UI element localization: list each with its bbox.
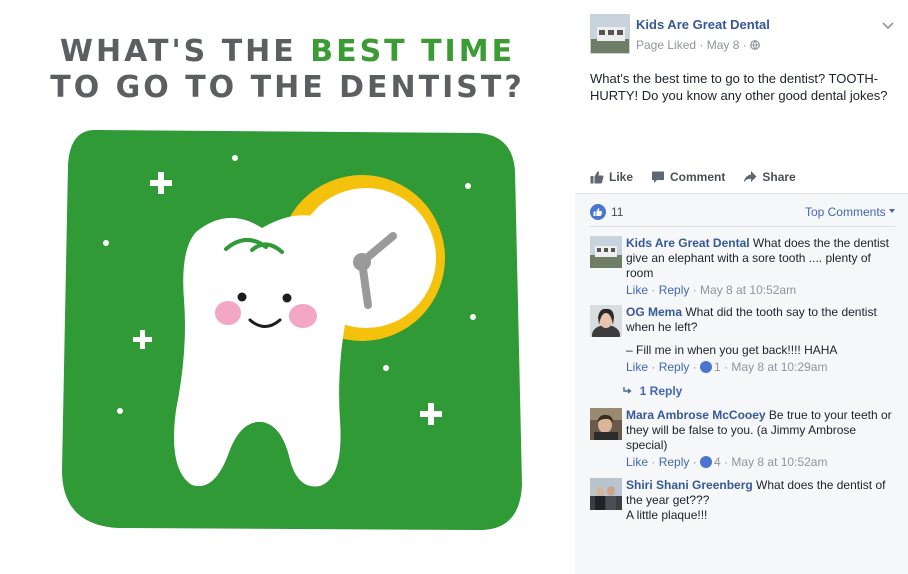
comment-label: Comment (670, 170, 726, 184)
share-button[interactable]: Share (743, 170, 796, 184)
post-actions: Like Comment Share (590, 166, 895, 188)
comment-reply-link[interactable]: Reply (659, 283, 690, 297)
comment-meta: Like · Reply · 1 · May 8 at 10:29am (626, 360, 828, 374)
reactions-row: 11 Top Comments (590, 204, 895, 220)
comment-meta: Like · Reply · 4 · May 8 at 10:52am (626, 455, 828, 469)
globe-icon (750, 40, 760, 50)
page-name-link[interactable]: Kids Are Great Dental (636, 17, 770, 32)
comment-icon (652, 171, 665, 183)
comment-body: OG Mema What did the tooth say to the de… (626, 305, 895, 375)
comment-time[interactable]: May 8 at 10:52am (700, 283, 796, 297)
like-count[interactable]: 11 (611, 205, 623, 219)
like-reaction-icon (700, 361, 713, 373)
sort-label: Top Comments (804, 205, 886, 219)
like-reaction-icon (700, 456, 713, 468)
comment-like-link[interactable]: Like (626, 455, 648, 469)
comment-reply-link[interactable]: Reply (659, 455, 690, 469)
post-panel: Kids Are Great Dental Page Liked · May 8… (575, 0, 908, 574)
post-image[interactable]: WHAT'S THE BEST TIME TO GO TO THE DENTIS… (0, 0, 575, 574)
post-text: What's the best time to go to the dentis… (590, 71, 888, 103)
comment-text-continued: A little plaque!!! (626, 508, 708, 522)
share-label: Share (762, 170, 796, 184)
comment-author-link[interactable]: OG Mema (626, 305, 682, 319)
avatar[interactable] (590, 236, 622, 268)
comment-author-link[interactable]: Mara Ambrose McCooey (626, 408, 766, 422)
comment-button[interactable]: Comment (651, 170, 725, 184)
page-avatar[interactable] (590, 14, 630, 54)
avatar[interactable] (590, 478, 622, 510)
chevron-down-icon[interactable] (881, 18, 895, 32)
share-arrow-icon (744, 171, 757, 183)
comment-author-link[interactable]: Kids Are Great Dental (626, 236, 750, 250)
replies-count: 1 Reply (639, 384, 683, 398)
comment-body: Kids Are Great Dental What does the the … (626, 236, 895, 298)
comments-section: 11 Top Comments Kids Are Great Dental Wh… (575, 193, 908, 574)
comment-like-link[interactable]: Like (626, 283, 648, 297)
thumbs-up-icon (590, 171, 604, 184)
comment-meta: Like · Reply · May 8 at 10:52am (626, 283, 797, 297)
comment-body: Shiri Shani Greenberg What does the dent… (626, 478, 895, 523)
avatar[interactable] (590, 305, 622, 337)
like-label: Like (609, 170, 634, 184)
tooth-illustration (62, 130, 522, 530)
comment-text-continued: – Fill me in when you get back!!!! HAHA (626, 343, 838, 357)
comment-body: Mara Ambrose McCooey Be true to your tee… (626, 408, 895, 470)
view-replies-link[interactable]: 1 Reply (623, 384, 682, 398)
like-button[interactable]: Like (590, 170, 633, 184)
avatar[interactable] (590, 408, 622, 440)
reply-arrow-icon (623, 387, 632, 394)
comment-reaction-count[interactable]: 4 (714, 455, 721, 469)
comment-time[interactable]: May 8 at 10:29am (731, 360, 827, 374)
sort-comments-dropdown[interactable]: Top Comments (805, 205, 895, 219)
divider (590, 226, 895, 227)
caret-down-icon (889, 209, 895, 213)
comment-reaction-count[interactable]: 1 (714, 360, 721, 374)
comment-time[interactable]: May 8 at 10:52am (731, 455, 827, 469)
post-header: Kids Are Great Dental Page Liked · May 8… (590, 14, 895, 54)
post-meta: Page Liked · May 8 · (636, 38, 760, 52)
post-meta-text: Page Liked · May 8 · (636, 38, 747, 52)
comment-like-link[interactable]: Like (626, 360, 648, 374)
comment-author-link[interactable]: Shiri Shani Greenberg (626, 478, 753, 492)
like-reaction-icon[interactable] (590, 204, 606, 220)
comment-reply-link[interactable]: Reply (659, 360, 690, 374)
